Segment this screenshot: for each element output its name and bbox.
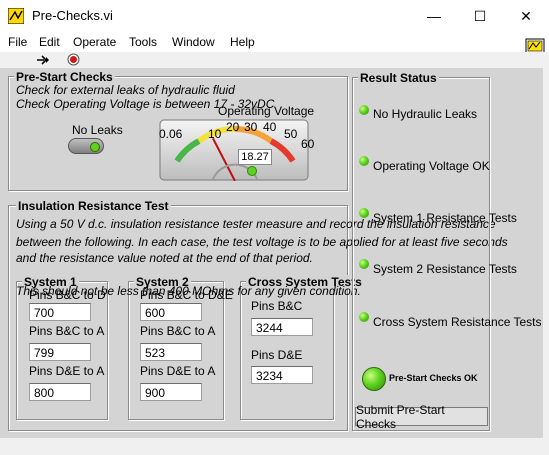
- insulation-line4: This should not be less than 400 MOhms f…: [16, 284, 361, 298]
- close-button[interactable]: ✕: [503, 0, 549, 32]
- cross-de-field[interactable]: 3234: [251, 366, 313, 384]
- vertical-scrollbar[interactable]: [543, 68, 549, 438]
- submit-prestart-button[interactable]: Submit Pre-Start Checks: [355, 403, 488, 431]
- result-no-leaks: No Hydraulic Leaks: [373, 107, 478, 121]
- system2-bc-de-field[interactable]: 600: [140, 303, 202, 321]
- toolbar: [0, 52, 549, 68]
- led-hydraulic: [359, 105, 369, 115]
- gauge-digital-readout: 18.27: [238, 149, 272, 165]
- system1-label-de-a: Pins D&E to A: [29, 364, 105, 378]
- horizontal-scrollbar[interactable]: [0, 438, 549, 455]
- no-leaks-label: No Leaks: [72, 123, 123, 137]
- no-leaks-button[interactable]: [68, 138, 104, 154]
- gauge-tick-40: 40: [263, 120, 277, 134]
- system2-label-de-a: Pins D&E to A: [140, 364, 216, 378]
- run-arrow-icon[interactable]: [36, 54, 50, 66]
- led-voltage: [359, 156, 369, 166]
- system2-de-a-field[interactable]: 900: [140, 383, 202, 401]
- insulation-line3: and the resistance value noted at the en…: [16, 251, 313, 265]
- close-icon: ✕: [520, 7, 532, 24]
- maximize-icon: ☐: [473, 7, 487, 24]
- result-cross: Cross System Resistance Tests: [373, 315, 542, 329]
- gauge-tick-30: 30: [244, 120, 258, 134]
- system1-de-a-field[interactable]: 800: [29, 383, 91, 401]
- insulation-title: Insulation Resistance Test: [16, 199, 171, 213]
- gauge-tick-10: 10: [208, 127, 222, 141]
- maximize-button[interactable]: ☐: [457, 0, 503, 32]
- menu-file[interactable]: File: [8, 35, 27, 49]
- result-system2: System 2 Resistance Tests: [373, 262, 517, 276]
- result-system1: System 1 Resistance Tests: [373, 211, 517, 225]
- led-system1: [359, 208, 369, 218]
- minimize-icon: —: [427, 8, 441, 24]
- gauge-tick-0: 0.06: [159, 127, 183, 141]
- gauge-tick-50: 50: [284, 127, 298, 141]
- led-prestart-ok: [362, 367, 386, 391]
- led-cross: [359, 312, 369, 322]
- title-bar: Pre-Checks.vi — ☐ ✕: [0, 0, 549, 32]
- prestart-ok-label: Pre-Start Checks OK: [389, 373, 478, 383]
- menu-tools[interactable]: Tools: [129, 35, 157, 49]
- abort-execution-icon[interactable]: [67, 53, 80, 66]
- led-system2: [359, 259, 369, 269]
- result-title: Result Status: [358, 71, 439, 85]
- cross-label-de: Pins D&E: [251, 348, 303, 362]
- cross-bc-field[interactable]: 3244: [251, 318, 313, 336]
- menu-operate[interactable]: Operate: [73, 35, 116, 49]
- system2-bc-a-field[interactable]: 523: [140, 343, 202, 361]
- cross-label-bc: Pins B&C: [251, 299, 303, 313]
- system2-label-bc-a: Pins B&C to A: [140, 324, 216, 338]
- result-voltage: Operating Voltage OK: [373, 159, 490, 173]
- menu-edit[interactable]: Edit: [39, 35, 60, 49]
- system1-label-bc-a: Pins B&C to A: [29, 324, 105, 338]
- window-title: Pre-Checks.vi: [32, 8, 113, 23]
- gauge-tick-60: 60: [301, 137, 315, 151]
- labview-vi-icon: [7, 7, 25, 25]
- gauge-title: Operating Voltage: [218, 104, 315, 118]
- prestart-line1: Check for external leaks of hydraulic fl…: [16, 83, 235, 97]
- menu-window[interactable]: Window: [172, 35, 215, 49]
- system1-bc-d-field[interactable]: 700: [29, 303, 91, 321]
- menu-help[interactable]: Help: [230, 35, 255, 49]
- system1-bc-a-field[interactable]: 799: [29, 343, 91, 361]
- no-leaks-led: [90, 142, 100, 152]
- minimize-button[interactable]: —: [411, 0, 457, 32]
- prestart-title: Pre-Start Checks: [14, 70, 115, 84]
- gauge-tick-20: 20: [226, 120, 240, 134]
